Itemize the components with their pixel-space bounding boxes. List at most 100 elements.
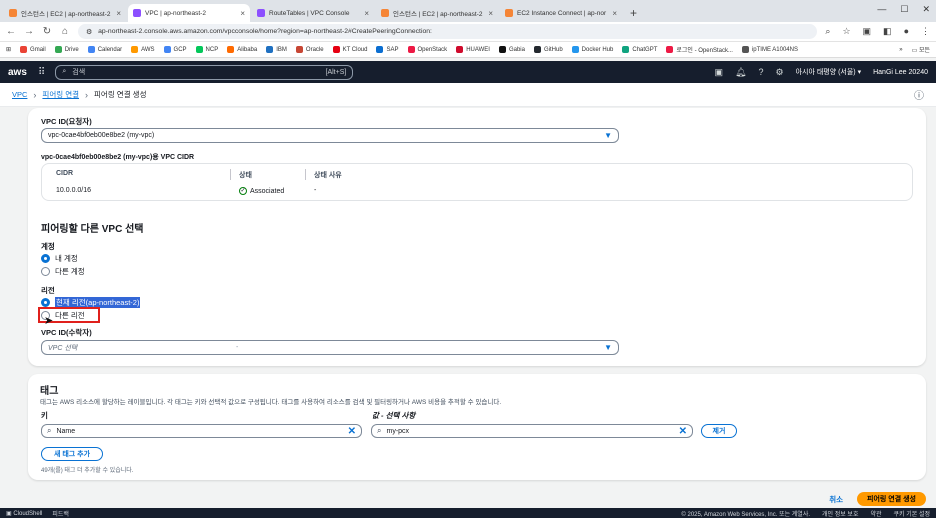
bookmark-item[interactable]: Docker Hub (571, 45, 614, 54)
browser-tab[interactable]: 인스턴스 | EC2 | ap-northeast-2 × (4, 4, 126, 22)
bookmark-item[interactable]: GitHub (533, 45, 563, 54)
browser-tab[interactable]: EC2 Instance Connect | ap-nor × (500, 4, 622, 22)
bookmark-label: Gmail (30, 46, 46, 53)
bookmarks-folder-label: 모든 (918, 48, 930, 54)
clear-icon[interactable]: ✕ (348, 426, 356, 437)
privacy-link[interactable]: 개인 정보 보호 (822, 509, 858, 518)
bookmarks-folder[interactable]: ▭ 모든 (912, 45, 930, 54)
notifications-bell-icon[interactable]: 🔔︎ (735, 67, 746, 78)
remove-tag-button[interactable]: 제거 (701, 424, 737, 438)
radio-selected-icon[interactable] (41, 298, 50, 307)
bookmark-label: Calendar (97, 46, 123, 53)
radio-unselected-icon[interactable] (41, 267, 50, 276)
help-icon[interactable]: ? (758, 67, 763, 77)
url-field[interactable]: ⚙ ap-northeast-2.console.aws.amazon.com/… (78, 24, 818, 39)
create-peering-button[interactable]: 피어링 연결 생성 (857, 492, 926, 506)
column-divider (305, 169, 306, 180)
browser-tab[interactable]: RouteTables | VPC Console × (252, 4, 374, 22)
chevron-right-icon: › (85, 89, 89, 100)
reload-icon[interactable]: ↻ (42, 26, 52, 37)
aws-logo[interactable]: aws (8, 67, 28, 78)
account-menu[interactable]: HanGi Lee 20240 (873, 69, 928, 76)
bookmark-item[interactable]: AWS (131, 45, 155, 54)
extensions-puzzle-icon[interactable]: ◧ (883, 26, 892, 37)
feedback-link[interactable]: 피드백 (52, 509, 69, 518)
bookmark-favicon-icon (376, 46, 384, 53)
add-tag-button[interactable]: 새 태그 추가 (41, 447, 103, 461)
bookmark-item[interactable]: 로그인 - OpenStack... (666, 45, 733, 54)
region-selector[interactable]: 아시아 태평양 (서울) ▾ (796, 67, 862, 77)
extension-icon[interactable]: ▣ (863, 26, 872, 37)
requester-vpc-select[interactable]: vpc-0cae4bf0eb00e8be2 (my-vpc) ▼ (41, 128, 619, 143)
bookmark-item[interactable]: SAP (376, 45, 399, 54)
accepter-vpc-label: VPC ID(수락자) (41, 328, 92, 337)
close-window-icon[interactable]: ✕ (922, 4, 930, 15)
bookmark-favicon-icon (266, 46, 274, 53)
info-icon[interactable]: ⓘ (914, 87, 924, 102)
bookmark-item[interactable]: GCP (163, 45, 187, 54)
bookmark-star-icon[interactable]: ☆ (842, 26, 850, 37)
tag-value-input[interactable]: ⌕ my-pcx ✕ (371, 424, 693, 438)
breadcrumb-peering-connections[interactable]: 피어링 연결 (42, 89, 79, 100)
menu-dots-icon[interactable]: ⋮ (921, 26, 930, 37)
bookmark-item[interactable]: Calendar (87, 45, 123, 54)
cloudshell-link[interactable]: ▣ CloudShell (6, 510, 42, 517)
bookmark-item[interactable]: Oracle (295, 45, 324, 54)
console-search-input[interactable]: ⌕ 검색 [Alt+S] (55, 64, 354, 80)
tab-close-icon[interactable]: × (240, 9, 245, 18)
back-icon[interactable]: ← (6, 26, 16, 37)
profile-icon[interactable]: ● (904, 26, 909, 37)
bookmark-item[interactable]: Drive (54, 45, 79, 54)
bookmark-label: Docker Hub (581, 46, 614, 53)
bookmark-favicon-icon (163, 46, 171, 53)
clear-icon[interactable]: ✕ (679, 426, 687, 437)
radio-my-account[interactable]: 내 계정 (41, 253, 78, 264)
bookmark-item[interactable]: NCP (195, 45, 218, 54)
tab-title: 인스턴스 | EC2 | ap-northeast-2 (393, 11, 483, 18)
bookmark-item[interactable]: ipTIME A1004NS (741, 45, 798, 54)
tags-hint: 49개(를) 태그 더 추가할 수 있습니다. (41, 468, 134, 474)
terms-link[interactable]: 약관 (870, 509, 881, 518)
copyright-text: © 2025, Amazon Web Services, Inc. 또는 계열사… (681, 511, 811, 518)
radio-other-account[interactable]: 다른 계정 (41, 266, 85, 277)
accepter-vpc-select[interactable]: VPC 선택 - ▼ (41, 340, 619, 355)
bookmark-label: ChatGPT (632, 46, 658, 53)
browser-tab[interactable]: 인스턴스 | EC2 | ap-northeast-2 × (376, 4, 498, 22)
bookmark-item[interactable]: ChatGPT (622, 45, 657, 54)
radio-selected-icon[interactable] (41, 254, 50, 263)
settings-gear-icon[interactable]: ⚙ (775, 67, 783, 78)
tab-close-icon[interactable]: × (612, 9, 617, 18)
bookmark-item[interactable]: KT Cloud (332, 45, 367, 54)
tab-close-icon[interactable]: × (116, 9, 121, 18)
tab-close-icon[interactable]: × (488, 9, 493, 18)
bookmark-favicon-icon (571, 46, 579, 53)
minimize-icon[interactable]: — (877, 4, 886, 15)
cancel-button[interactable]: 취소 (829, 494, 843, 505)
bookmark-item[interactable]: Alibaba (227, 45, 257, 54)
breadcrumb-vpc[interactable]: VPC (12, 90, 27, 99)
new-tab-button[interactable]: + (624, 4, 643, 22)
requester-vpc-label: VPC ID(요청자) (41, 117, 92, 126)
services-grid-icon[interactable]: ⠿ (38, 67, 45, 78)
cookie-preferences-link[interactable]: 쿠키 기본 설정 (894, 509, 930, 518)
bookmark-label: HUAWEI (466, 46, 490, 53)
apps-grid-icon[interactable]: ⊞ (6, 46, 11, 53)
forward-icon[interactable]: → (24, 26, 34, 37)
maximize-icon[interactable]: ☐ (900, 4, 908, 15)
site-info-icon[interactable]: ⚙ (86, 28, 92, 36)
home-icon[interactable]: ⌂ (60, 26, 70, 37)
browser-tab[interactable]: VPC | ap-northeast-2 × (128, 4, 250, 22)
tag-key-value: Name (56, 427, 76, 435)
bookmarks-more-button[interactable]: » (899, 47, 902, 53)
bookmark-item[interactable]: Gabia (498, 45, 525, 54)
tab-close-icon[interactable]: × (364, 9, 369, 18)
bookmark-label: OpenStack (417, 46, 448, 53)
cloudshell-icon[interactable]: ▣ (715, 67, 724, 78)
bookmark-item[interactable]: OpenStack (407, 45, 448, 54)
bookmark-item[interactable]: IBM (266, 45, 287, 54)
bookmark-item[interactable]: Gmail (20, 45, 46, 54)
zoom-icon[interactable]: ⌕ (825, 26, 830, 37)
mouse-cursor-icon: ➤ (44, 315, 54, 327)
tag-key-input[interactable]: ⌕ Name ✕ (41, 424, 362, 438)
bookmark-item[interactable]: HUAWEI (456, 45, 490, 54)
